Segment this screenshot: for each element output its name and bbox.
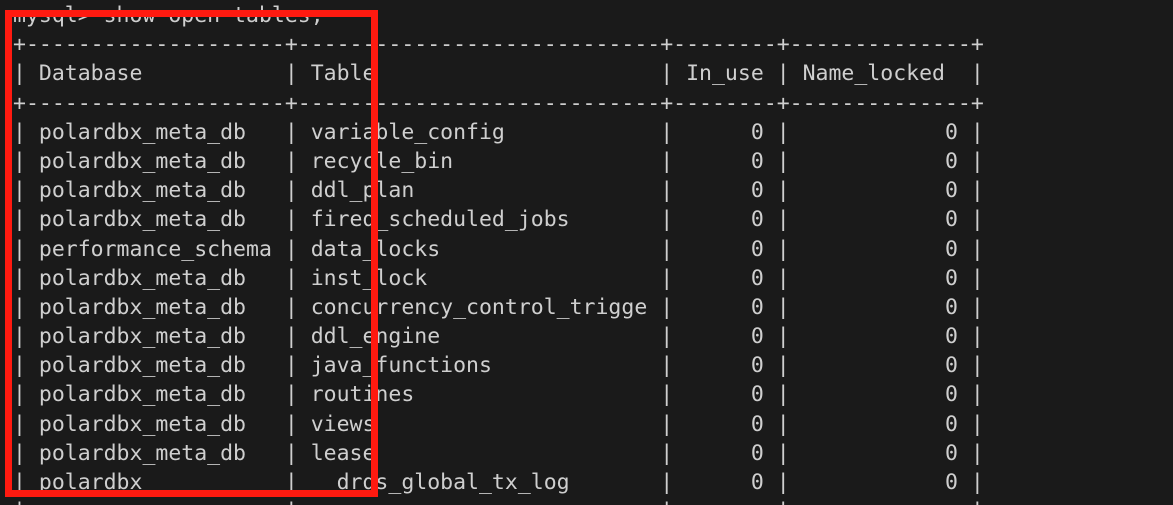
- table-row: | polardbx_meta_db | concurrency_control…: [13, 294, 984, 320]
- table-row: | polardbx_meta_db | views | 0 | 0 |: [13, 411, 984, 437]
- table-row: | polardbx_meta_db | inst_lock | 0 | 0 |: [13, 265, 984, 291]
- table-rule-header: +--------------------+------------------…: [13, 90, 984, 116]
- terminal-output: mysql> show open tables; +---------------…: [13, 1, 984, 505]
- table-row: | polardbx_meta_db | ddl_plan | 0 | 0 |: [13, 178, 984, 204]
- prompt-line: mysql> show open tables;: [13, 3, 324, 28]
- table-row: | polardbx_meta_db | variable_config | 0…: [13, 119, 984, 145]
- table-row: | polardbx | __drds_global_tx_log | 0 | …: [13, 470, 984, 495]
- table-row: | polardbx_meta_db | recycle_bin | 0 | 0…: [13, 148, 984, 174]
- table-row: | polardbx_meta_db | lease | 0 | 0 |: [13, 440, 984, 466]
- table-header-row: | Database | Table | In_use | Name_locke…: [13, 61, 984, 87]
- table-row: | polardbx_meta_db | routines | 0 | 0 |: [13, 382, 984, 408]
- table-row-partial: | | | | |: [13, 497, 984, 505]
- table-row: | performance_schema | data_locks | 0 | …: [13, 236, 984, 262]
- terminal-window[interactable]: mysql> show open tables; +---------------…: [0, 0, 1173, 505]
- table-row: | polardbx_meta_db | ddl_engine | 0 | 0 …: [13, 324, 984, 350]
- table-rule-top: +--------------------+------------------…: [13, 32, 984, 58]
- table-row: | polardbx_meta_db | fired_scheduled_job…: [13, 207, 984, 233]
- table-row: | polardbx_meta_db | java_functions | 0 …: [13, 353, 984, 379]
